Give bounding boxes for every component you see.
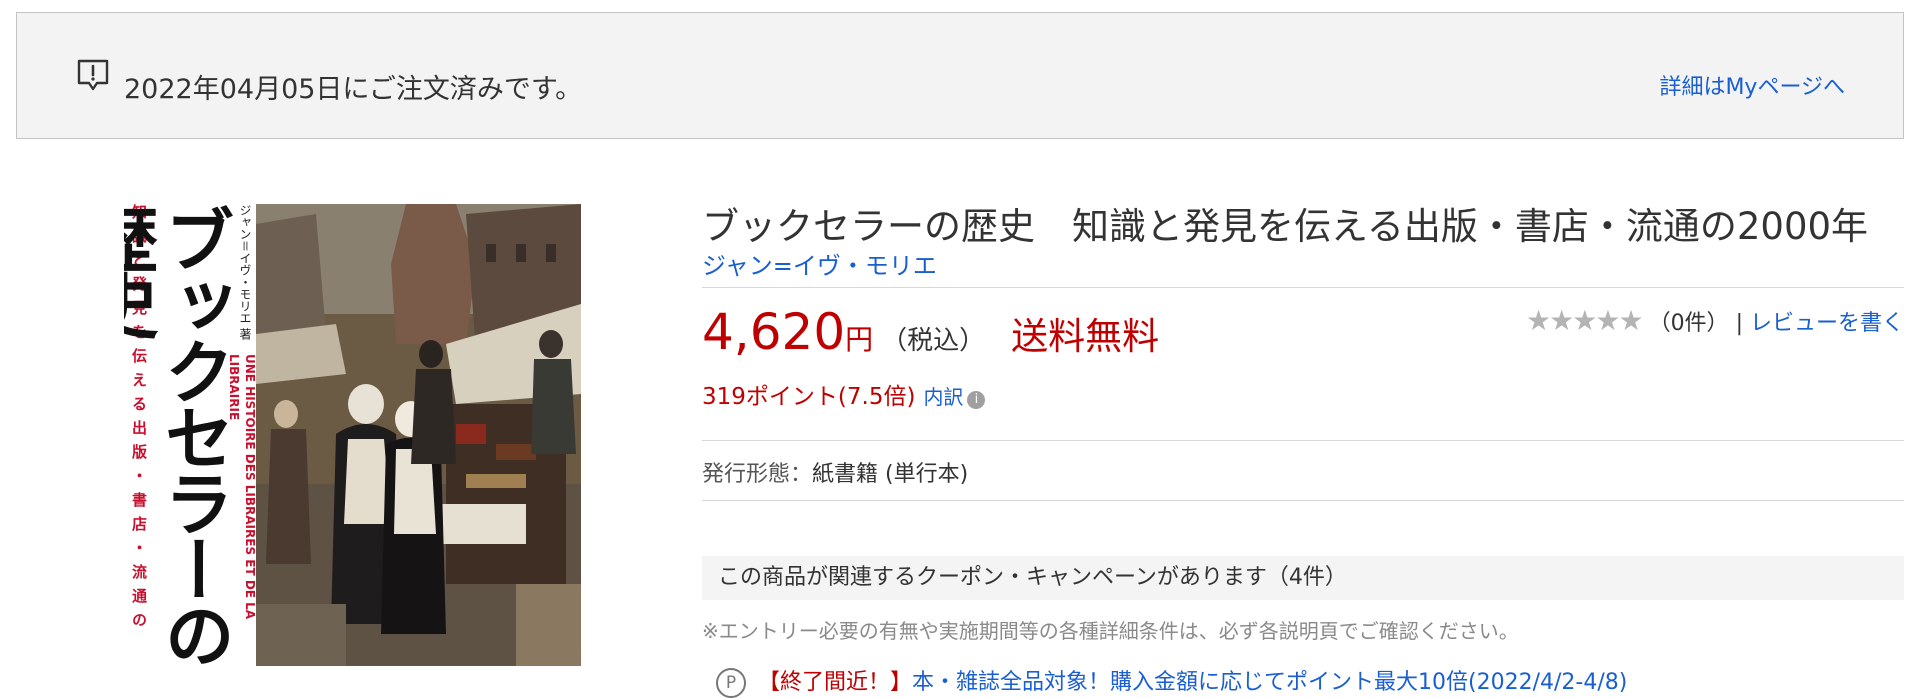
campaign-tag: 【終了間近！】 (758, 670, 913, 695)
format-bottom-divider (702, 500, 1904, 501)
cover-painting-market-scene (256, 204, 581, 666)
write-review-link[interactable]: レビューを書く (1750, 311, 1904, 336)
price-block: 4,620円 （税込） 送料無料 (702, 303, 1159, 361)
review-count: （0件） (1648, 311, 1729, 336)
mypage-details-link[interactable]: 詳細はMyページへ (1659, 69, 1845, 101)
product-title: ブックセラーの歴史 知識と発見を伝える出版・書店・流通の2000年 (702, 205, 1869, 248)
cover-french-title: UNE HISTOIRE DES LIBRAIRES ET DE LA LIBR… (227, 354, 257, 620)
campaign-item: P 【終了間近！】本・雑誌全品対象！購入金額に応じてポイント最大10倍(2022/… (716, 664, 1627, 698)
price-value: 4,620 (702, 303, 846, 361)
points-circle-icon: P (716, 668, 746, 698)
format-value: 紙書籍 (単行本) (812, 462, 969, 487)
order-notice-banner: 2022年04月05日にご注文済みです。 詳細はMyページへ (16, 12, 1904, 139)
price-unit: 円 (845, 323, 874, 356)
rating-stars-icon: ★★★★★ (1526, 304, 1644, 337)
order-notice-text: 2022年04月05日にご注文済みです。 (124, 74, 583, 105)
format-label: 発行形態： (702, 462, 813, 487)
price-tax-label: （税込） (881, 326, 986, 356)
free-shipping-label: 送料無料 (1011, 315, 1160, 358)
cover-title: ブックセラーの歴史 (124, 204, 236, 666)
book-cover-image[interactable]: 知識と発見を伝える出版・書店・流通の2000年 ブックセラーの歴史 ジャン＝イヴ… (124, 204, 581, 666)
format-top-divider (702, 440, 1904, 441)
cover-author: ジャン＝イヴ・モリエ 著 (238, 204, 252, 340)
campaign-link[interactable]: 本・雑誌全品対象！購入金額に応じてポイント最大10倍(2022/4/2-4/8) (912, 670, 1627, 695)
format-row: 発行形態：紙書籍 (単行本) (702, 456, 968, 488)
info-icon[interactable]: i (967, 391, 986, 409)
review-summary: ★★★★★ （0件） | レビューを書く (1526, 304, 1904, 337)
points-value: 319ポイント(7.5倍) (702, 384, 916, 410)
title-divider (702, 287, 1904, 288)
coupon-heading: この商品が関連するクーポン・キャンペーンがあります（4件） (702, 556, 1904, 600)
points-block: 319ポイント(7.5倍) 内訳 i (702, 377, 986, 411)
review-separator: | (1735, 311, 1743, 336)
coupon-note: ※エントリー必要の有無や実施期間等の各種詳細条件は、必ず各説明頁でご確認ください… (702, 619, 1519, 643)
author-link[interactable]: ジャン=イヴ・モリエ (702, 246, 937, 281)
alert-comment-icon (77, 59, 109, 91)
points-breakdown-link[interactable]: 内訳 (923, 385, 963, 409)
